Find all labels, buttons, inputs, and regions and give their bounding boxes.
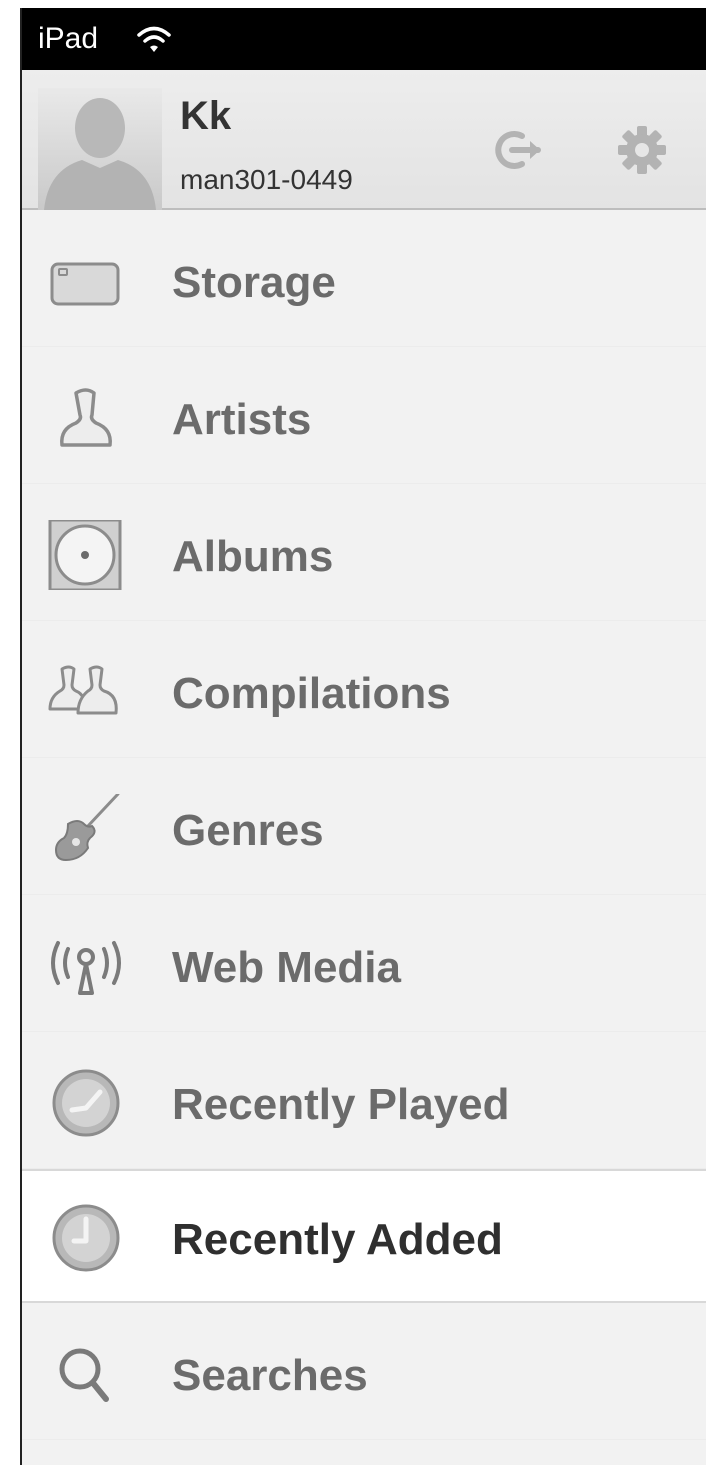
menu-item-label: Albums [172,532,334,581]
menu-item-label: Web Media [172,943,402,992]
guitar-icon [54,794,120,862]
menu-item-recently-played[interactable]: Recently Played [22,1032,706,1169]
compilations-people-icon [48,665,118,715]
album-disc-icon [48,520,122,590]
user-name: Kk [180,94,232,138]
menu-item-label: Recently Added [172,1215,503,1264]
navigation-menu: Storage Artists Albums Compilations Genr… [22,210,706,1440]
clock-added-icon [52,1204,120,1272]
menu-item-label: Artists [172,395,312,444]
menu-item-label: Recently Played [172,1080,510,1129]
gear-icon [618,126,666,174]
menu-item-label: Genres [172,806,324,855]
menu-item-artists[interactable]: Artists [22,347,706,484]
menu-item-compilations[interactable]: Compilations [22,621,706,758]
status-bar: iPad [22,8,706,70]
menu-item-storage[interactable]: Storage [22,210,706,347]
menu-item-searches[interactable]: Searches [22,1303,706,1440]
settings-button[interactable] [614,122,670,178]
sidebar-panel: iPad Kk man301-0449 Storage Artists Albu… [22,8,706,1465]
menu-item-albums[interactable]: Albums [22,484,706,621]
logout-button[interactable] [492,122,548,178]
broadcast-antenna-icon [51,941,121,995]
wifi-icon [137,26,171,52]
menu-item-genres[interactable]: Genres [22,758,706,895]
search-icon [59,1348,109,1402]
logout-arrow-icon [495,131,541,169]
menu-item-label: Storage [172,258,336,307]
device-name-label: iPad [38,22,99,55]
user-id: man301-0449 [180,164,353,195]
account-header: Kk man301-0449 [22,70,706,210]
avatar[interactable] [38,88,162,210]
clock-played-icon [52,1069,120,1137]
storage-drive-icon [50,262,120,306]
menu-item-recently-added[interactable]: Recently Added [22,1169,706,1303]
artist-person-icon [60,388,112,447]
person-silhouette-icon [44,98,156,210]
menu-item-web-media[interactable]: Web Media [22,895,706,1032]
menu-item-label: Searches [172,1351,368,1400]
menu-item-label: Compilations [172,669,451,718]
